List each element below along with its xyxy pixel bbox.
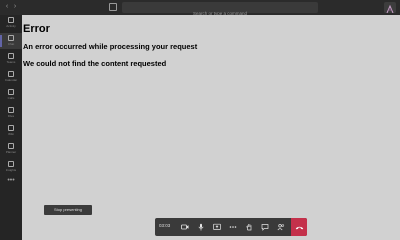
rail-label: Calls (7, 96, 15, 100)
avatar-image (384, 4, 396, 13)
rail-item-wiki[interactable]: Wiki (0, 123, 22, 139)
profile-avatar[interactable] (384, 2, 396, 13)
wiki-icon (8, 125, 14, 131)
rail-label: Calendar (4, 78, 18, 82)
people-icon (277, 224, 285, 231)
rail-item-chat[interactable]: Chat (0, 33, 22, 49)
camera-button[interactable] (179, 221, 191, 233)
hand-icon (246, 224, 252, 231)
page-title: Error (23, 23, 50, 35)
participants-button[interactable] (275, 221, 287, 233)
rail-item-calendar[interactable]: Calendar (0, 69, 22, 85)
leave-call-button[interactable] (291, 218, 307, 236)
hang-up-icon (295, 226, 303, 229)
planner-icon (8, 143, 14, 149)
rail-item-activity[interactable]: Activity (0, 15, 22, 31)
chat-bubble-icon (261, 224, 269, 231)
calendar-icon (8, 71, 14, 77)
share-screen-icon (213, 223, 221, 230)
share-button[interactable] (211, 221, 223, 233)
phone-icon (8, 89, 14, 95)
rail-label: Chat (7, 42, 15, 46)
insights-icon (8, 161, 14, 167)
title-bar: ‹ › (0, 0, 400, 19)
app-rail: Activity Chat Teams Calendar Calls Files… (0, 15, 22, 240)
rail-item-files[interactable]: Files (0, 105, 22, 121)
call-timer: 03:03 (159, 223, 171, 228)
rail-label: Activity (6, 24, 16, 28)
search-box[interactable] (122, 2, 318, 19)
rail-item-planner[interactable]: Planner (0, 141, 22, 157)
camera-icon (181, 224, 189, 230)
error-message: An error occurred while processing your … (23, 42, 198, 51)
chat-button[interactable] (259, 221, 271, 233)
more-apps-button[interactable]: ••• (0, 177, 22, 188)
teams-icon (8, 53, 14, 59)
compose-icon[interactable] (109, 3, 117, 11)
file-icon (8, 107, 14, 113)
chat-icon (8, 35, 14, 41)
rail-label: Insights (5, 168, 17, 172)
bell-icon (8, 17, 14, 23)
more-actions-button[interactable] (227, 221, 239, 233)
rail-label: Files (7, 114, 15, 118)
stop-presenting-button[interactable]: Stop presenting (44, 205, 92, 215)
rail-item-insights[interactable]: Insights (0, 159, 22, 175)
forward-arrow-icon[interactable]: › (12, 3, 18, 11)
call-control-bar: 03:03 (155, 218, 307, 236)
rail-item-teams[interactable]: Teams (0, 51, 22, 67)
microphone-icon (198, 223, 204, 231)
rail-label: Planner (5, 150, 17, 154)
rail-label: Teams (6, 60, 16, 64)
mic-button[interactable] (195, 221, 207, 233)
ellipsis-icon (229, 226, 237, 228)
error-detail: We could not find the content requested (23, 59, 167, 68)
rail-item-calls[interactable]: Calls (0, 87, 22, 103)
rail-label: Wiki (8, 132, 14, 136)
back-arrow-icon[interactable]: ‹ (4, 3, 10, 11)
raise-hand-button[interactable] (243, 221, 255, 233)
